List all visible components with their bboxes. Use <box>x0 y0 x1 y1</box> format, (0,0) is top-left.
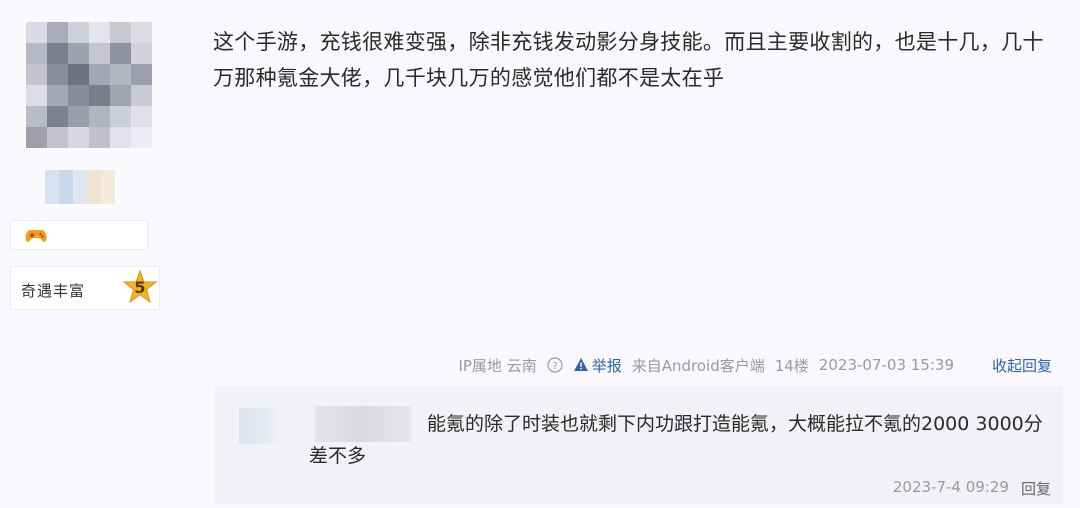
reply-content: 能氪的除了时装也就剩下内功跟打造能氪，大概能拉不氪的2000 3000分差不多 <box>309 413 1043 467</box>
ip-location: IP属地 云南 <box>458 356 537 375</box>
level-row[interactable]: 奇遇丰富 5 <box>10 266 160 310</box>
post-meta: IP属地 云南 ? 举报 来自Android客户端 14楼 2023-07-03… <box>448 352 1052 378</box>
level-title: 奇遇丰富 <box>21 282 86 300</box>
post-content: 这个手游，充钱很难变强，除非充钱发动影分身技能。而且主要收割的，也是十几，几十万… <box>213 30 1044 90</box>
report-icon <box>573 358 588 371</box>
floor-number: 14楼 <box>774 356 809 375</box>
reply-section: 能氪的除了时装也就剩下内功跟打造能氪，大概能拉不氪的2000 3000分差不多 … <box>215 386 1063 504</box>
reply-avatar[interactable] <box>239 408 279 444</box>
collapse-replies-button[interactable]: 收起回复 <box>992 355 1052 376</box>
help-icon[interactable]: ? <box>547 357 563 373</box>
avatar[interactable] <box>26 22 152 148</box>
reply-button[interactable]: 回复 <box>1021 478 1051 499</box>
reply-timestamp: 2023-7-4 09:29 <box>892 478 1009 496</box>
client-source[interactable]: 来自Android客户端 <box>632 355 765 376</box>
report-button[interactable]: 举报 <box>573 355 622 376</box>
reply-meta: 2023-7-4 09:29 回复 <box>893 478 1051 499</box>
gamepad-icon <box>25 230 47 242</box>
author-sidebar: 奇遇丰富 5 <box>0 0 170 508</box>
svg-text:?: ? <box>552 361 557 372</box>
username[interactable] <box>45 170 115 204</box>
post-timestamp: 2023-07-03 15:39 <box>818 356 954 374</box>
member-badge-row <box>10 220 148 250</box>
level-number: 5 <box>134 278 146 297</box>
report-label: 举报 <box>591 356 622 375</box>
